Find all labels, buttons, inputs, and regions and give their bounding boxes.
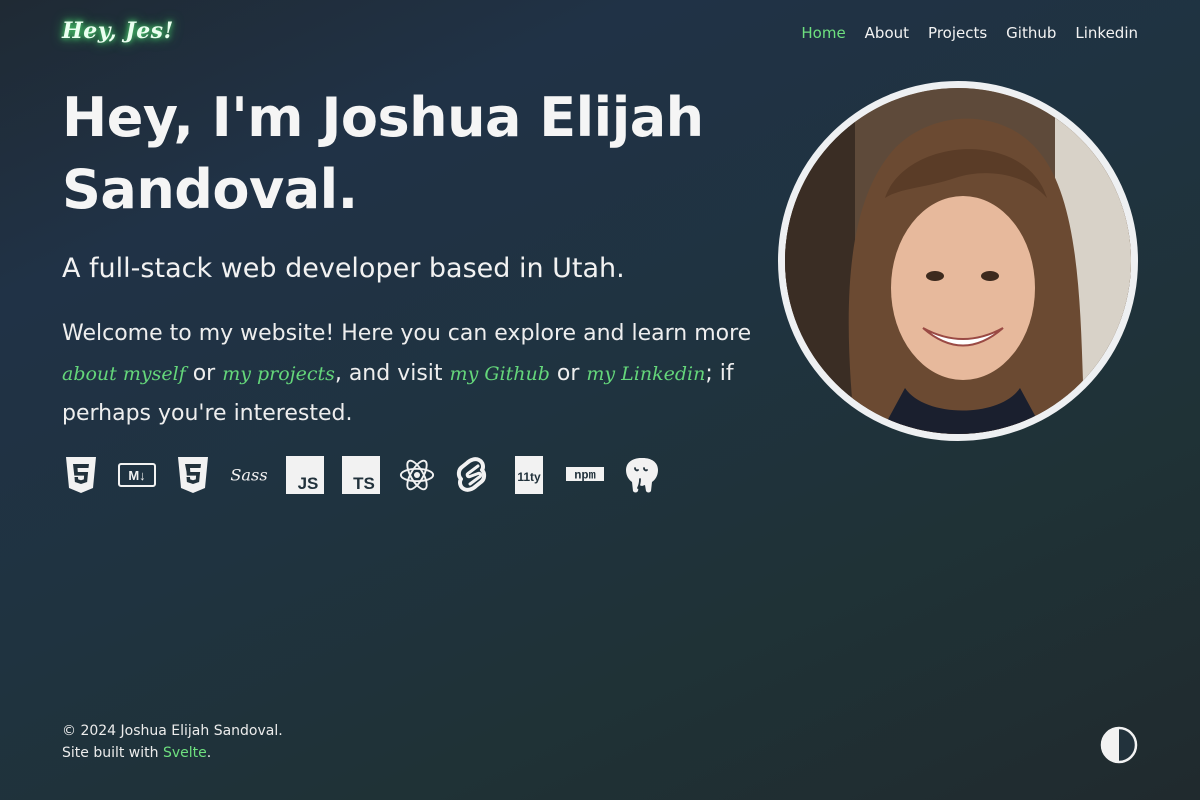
title-line-2: Sandoval. xyxy=(62,158,358,221)
npm-icon-label: npm xyxy=(574,469,596,483)
built-with-text: Site built with Svelte. xyxy=(62,742,283,764)
copyright-text: © 2024 Joshua Elijah Sandoval. xyxy=(62,723,283,739)
title-line-1: Hey, I'm Joshua Elijah xyxy=(62,86,704,149)
nav-github-link[interactable]: Github xyxy=(1006,24,1056,42)
intro-text-1: Welcome to my website! Here you can expl… xyxy=(62,321,752,346)
npm-icon: npm xyxy=(566,455,604,495)
intro-text-3: , and visit xyxy=(334,361,450,386)
css3-icon xyxy=(174,455,212,495)
postgresql-icon xyxy=(622,455,660,495)
eleventy-icon-label: 11ty xyxy=(517,470,541,484)
nav-projects-link[interactable]: Projects xyxy=(928,24,987,42)
svelte-link[interactable]: Svelte xyxy=(163,745,207,761)
contrast-icon xyxy=(1100,726,1138,764)
sass-icon-label: Sass xyxy=(230,466,267,485)
main-nav: Home About Projects Github Linkedin xyxy=(801,24,1138,42)
eleventy-icon: 11ty xyxy=(510,455,548,495)
site-footer: © 2024 Joshua Elijah Sandoval. Site buil… xyxy=(62,720,283,764)
html5-icon xyxy=(62,455,100,495)
intro-text-4: or xyxy=(549,361,587,386)
intro-text-2: or xyxy=(185,361,223,386)
tech-stack-icons: M↓ Sass JS TS 11ty npm xyxy=(62,455,660,495)
nav-about-link[interactable]: About xyxy=(865,24,909,42)
nav-home-link[interactable]: Home xyxy=(801,24,845,42)
svelte-icon xyxy=(454,455,492,495)
hero-subtitle: A full-stack web developer based in Utah… xyxy=(62,253,625,284)
nav-linkedin-link[interactable]: Linkedin xyxy=(1075,24,1138,42)
sass-icon: Sass xyxy=(230,455,268,495)
site-logo[interactable]: Hey, Jes! xyxy=(62,18,174,44)
markdown-icon: M↓ xyxy=(118,455,156,495)
my-linkedin-link[interactable]: my Linkedin xyxy=(586,363,705,385)
built-with-period: . xyxy=(206,745,212,761)
about-myself-link[interactable]: about myself xyxy=(62,363,186,385)
my-github-link[interactable]: my Github xyxy=(450,363,550,385)
profile-photo xyxy=(778,81,1138,441)
theme-toggle-button[interactable] xyxy=(1100,726,1138,764)
intro-paragraph: Welcome to my website! Here you can expl… xyxy=(62,314,752,434)
built-with-label: Site built with xyxy=(62,745,163,761)
typescript-icon: TS xyxy=(342,455,380,495)
javascript-icon-label: JS xyxy=(298,474,319,493)
react-icon xyxy=(398,455,436,495)
typescript-icon-label: TS xyxy=(353,474,375,493)
page-title: Hey, I'm Joshua Elijah Sandoval. xyxy=(62,82,762,226)
markdown-icon-label: M↓ xyxy=(128,468,145,483)
javascript-icon: JS xyxy=(286,455,324,495)
portrait-illustration xyxy=(785,88,1131,434)
my-projects-link[interactable]: my projects xyxy=(222,363,335,385)
